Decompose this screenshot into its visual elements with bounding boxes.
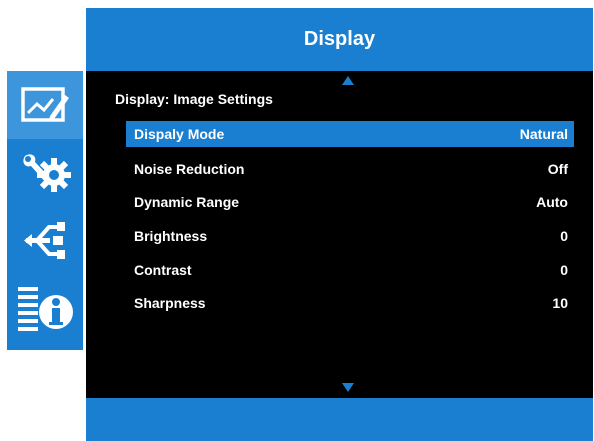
menu-row-value: Auto [536, 194, 568, 210]
usb-connection-icon [23, 221, 67, 261]
tools-gear-icon [19, 150, 71, 196]
scroll-up-arrow-icon[interactable] [342, 76, 354, 85]
image-settings-icon [20, 85, 70, 125]
menu-row-sharpness[interactable]: Sharpness 10 [126, 290, 574, 316]
menu-sidebar [7, 71, 83, 350]
menu-row-label: Dynamic Range [134, 194, 240, 210]
menu-row-label: Noise Reduction [134, 161, 245, 177]
sidebar-item-image-settings[interactable] [7, 71, 83, 139]
settings-panel: Display: Image Settings Dispaly Mode Nat… [86, 71, 593, 398]
menu-row-brightness[interactable]: Brightness 0 [126, 223, 574, 249]
menu-row-label: Contrast [134, 262, 192, 278]
menu-row-value: 0 [560, 228, 568, 244]
menu-row-contrast[interactable]: Contrast 0 [126, 257, 574, 283]
menu-footer [86, 398, 593, 441]
menu-row-value: Natural [519, 126, 568, 142]
menu-row-label: Brightness [134, 228, 208, 244]
page-title: Display [303, 28, 376, 50]
sidebar-item-connection[interactable] [7, 207, 83, 275]
menu-row-noise-reduction[interactable]: Noise Reduction Off [126, 156, 574, 182]
section-title: Display: Image Settings [115, 91, 273, 107]
menu-row-value: 10 [552, 295, 568, 311]
information-icon [16, 284, 74, 334]
menu-row-value: 0 [560, 262, 568, 278]
sidebar-item-setup[interactable] [7, 139, 83, 207]
menu-row-value: Off [547, 161, 568, 177]
scroll-down-arrow-icon[interactable] [342, 383, 354, 392]
menu-row-label: Sharpness [134, 295, 206, 311]
sidebar-item-information[interactable] [7, 275, 83, 343]
menu-row-dynamic-range[interactable]: Dynamic Range Auto [126, 189, 574, 215]
menu-row-display-mode[interactable]: Dispaly Mode Natural [126, 121, 574, 147]
menu-row-label: Dispaly Mode [134, 126, 225, 142]
menu-header: Display [86, 8, 593, 71]
